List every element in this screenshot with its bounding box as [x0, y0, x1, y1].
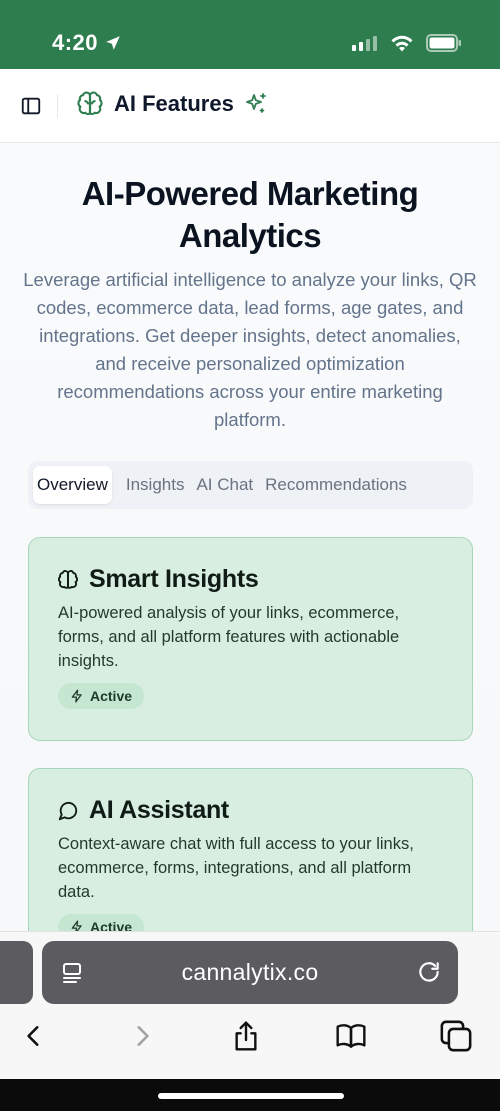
card-description: AI-powered analysis of your links, ecomm…	[58, 604, 400, 670]
card-title: Smart Insights	[89, 565, 259, 593]
header-divider	[57, 94, 58, 118]
forward-button[interactable]	[122, 1016, 162, 1056]
brain-icon	[77, 91, 103, 115]
share-icon	[235, 1021, 257, 1051]
url-text: cannalytix.co	[181, 959, 319, 985]
card-header: AI Assistant	[57, 796, 229, 825]
tab-ai-chat[interactable]: AI Chat	[190, 466, 259, 504]
tab-recommendations[interactable]: Recommendations	[259, 466, 413, 504]
cellular-signal-icon	[352, 36, 377, 51]
tabs-button[interactable]	[436, 1016, 476, 1056]
tab-overview[interactable]: Overview	[33, 466, 112, 504]
sparkles-icon	[245, 93, 266, 113]
wifi-icon	[391, 35, 413, 52]
message-circle-icon	[58, 801, 78, 820]
status-bar: 4:20	[0, 0, 500, 69]
sidebar-icon	[21, 97, 41, 115]
previous-tab-preview[interactable]	[0, 941, 33, 1004]
location-arrow-icon	[106, 36, 120, 50]
status-badge: Active	[58, 683, 145, 709]
app-header: AI Features	[0, 69, 500, 143]
battery-icon	[426, 34, 461, 52]
browser-nav-row	[0, 1016, 500, 1056]
zap-icon	[71, 689, 82, 703]
sidebar-toggle-button[interactable]	[20, 95, 42, 117]
chevron-right-icon	[137, 1026, 149, 1046]
chevron-left-icon	[27, 1026, 39, 1046]
card-title: AI Assistant	[89, 796, 229, 824]
badge-label: Active	[90, 919, 133, 931]
reload-icon[interactable]	[416, 959, 442, 985]
status-badge: Active	[58, 914, 145, 931]
feature-card-smart-insights[interactable]: Smart Insights AI-powered analysis of yo…	[28, 537, 473, 741]
feature-card-ai-assistant[interactable]: AI Assistant Context-aware chat with ful…	[28, 768, 473, 931]
status-indicators	[352, 34, 462, 52]
feature-tabs: Overview Insights AI Chat Recommendation…	[28, 461, 473, 509]
home-indicator[interactable]	[158, 1093, 344, 1099]
tab-insights[interactable]: Insights	[120, 466, 191, 504]
address-bar[interactable]: cannalytix.co	[42, 941, 458, 1004]
badge-label: Active	[90, 688, 133, 704]
book-open-icon	[336, 1024, 366, 1048]
card-header: Smart Insights	[57, 565, 259, 594]
hero-description: Leverage artificial intelligence to anal…	[23, 269, 477, 430]
page-title: AI Features	[114, 91, 234, 116]
header-brand: AI Features	[76, 90, 268, 118]
back-button[interactable]	[14, 1016, 54, 1056]
card-description: Context-aware chat with full access to y…	[58, 835, 414, 901]
main-content: AI-Powered Marketing Analytics Leverage …	[0, 143, 500, 931]
brain-icon	[58, 569, 78, 589]
clock-text: 4:20	[52, 30, 99, 55]
bookmarks-button[interactable]	[331, 1016, 371, 1056]
hero-title: AI-Powered Marketing Analytics	[81, 175, 419, 254]
status-time: 4:20	[52, 30, 122, 56]
tabs-icon	[440, 1020, 472, 1052]
share-button[interactable]	[226, 1016, 266, 1056]
zap-icon	[71, 920, 82, 931]
home-indicator-area	[0, 1079, 500, 1111]
